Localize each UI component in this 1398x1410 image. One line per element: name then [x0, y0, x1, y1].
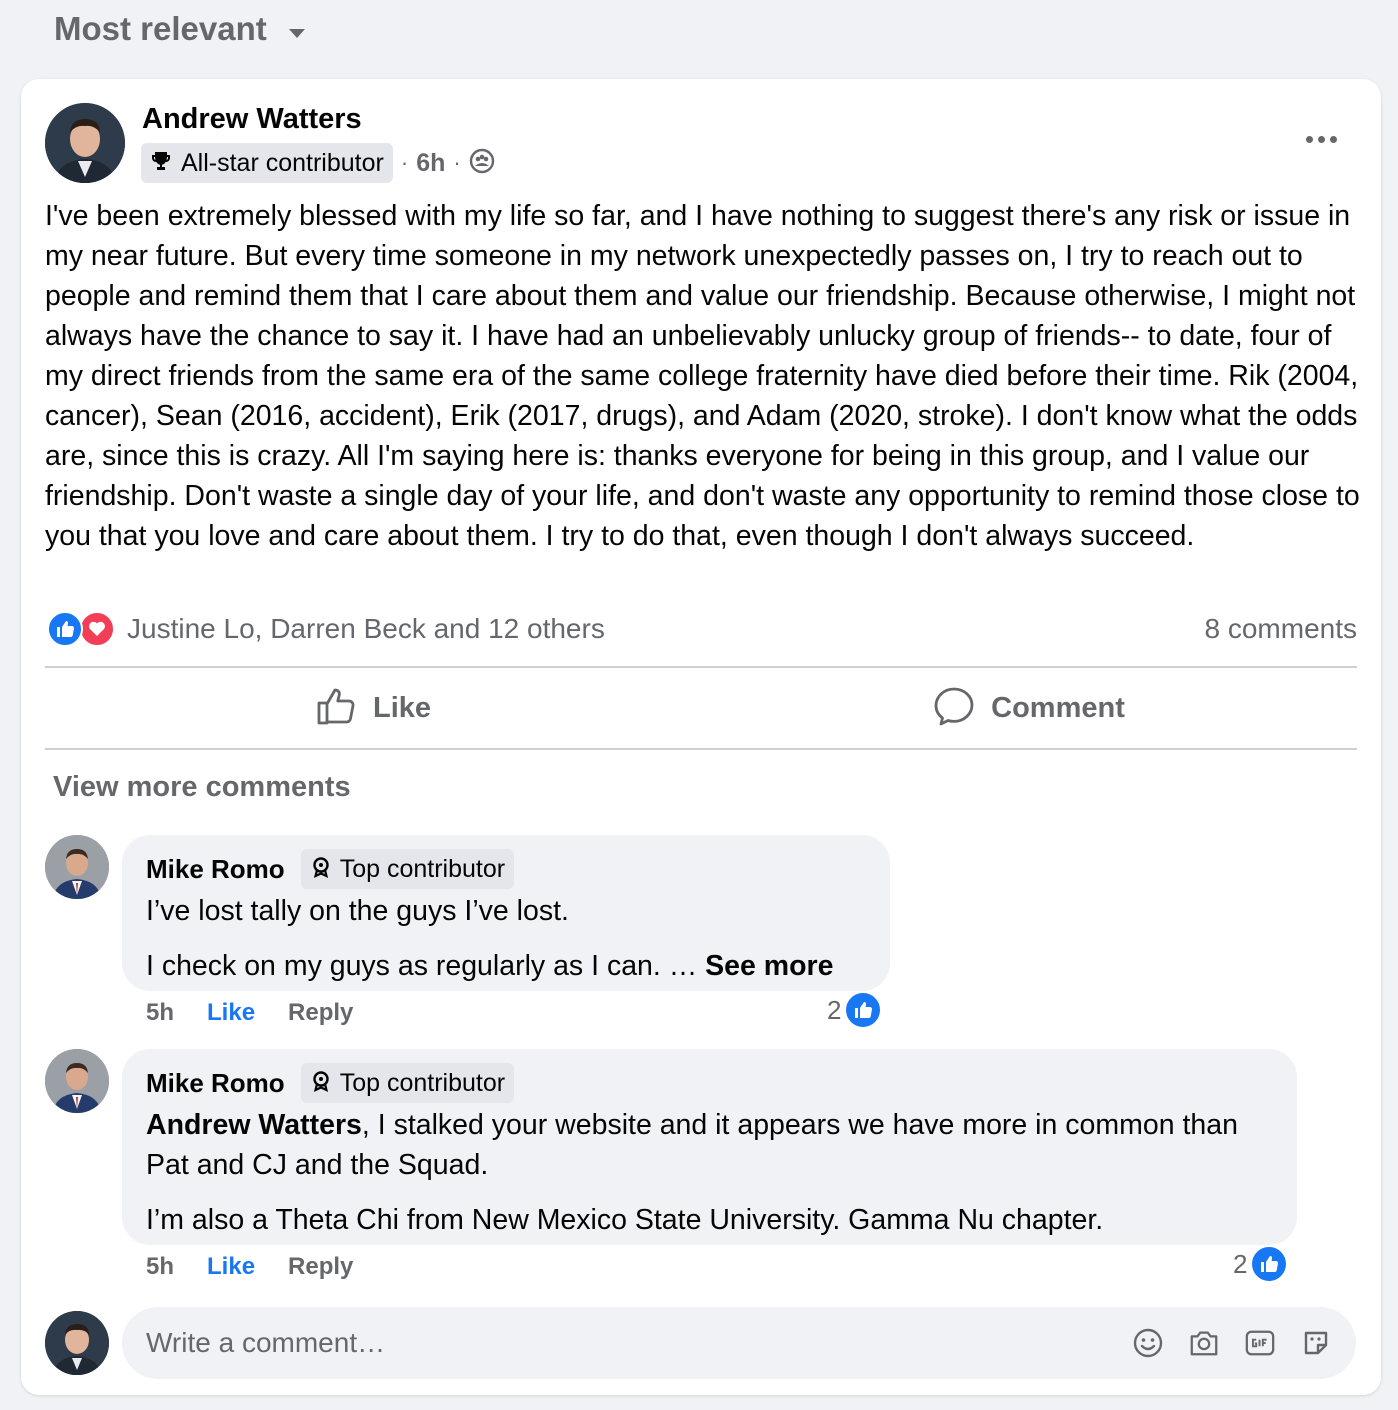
badge-label: Top contributor: [339, 1068, 506, 1097]
reactor-names[interactable]: Justine Lo, Darren Beck and 12 others: [127, 613, 605, 645]
comment-actions: 5h Like Reply: [146, 1253, 353, 1281]
commenter-name[interactable]: Mike Romo: [146, 854, 285, 885]
post-text: I've been extremely blessed with my life…: [45, 200, 1360, 552]
divider: [45, 666, 1357, 668]
composer-tools: [1132, 1327, 1332, 1359]
gif-icon[interactable]: [1244, 1327, 1276, 1359]
see-more-link[interactable]: See more: [705, 950, 833, 982]
comment-text: Andrew Watters, I stalked your website a…: [146, 1105, 1273, 1185]
comment-text: I’m also a Theta Chi from New Mexico Sta…: [146, 1204, 1104, 1236]
like-label: Like: [372, 691, 432, 724]
camera-icon[interactable]: [1188, 1327, 1220, 1359]
post-meta: All-star contributor · 6h ·: [141, 143, 495, 183]
group-audience-icon: [469, 148, 495, 179]
like-button[interactable]: Like: [45, 669, 701, 747]
comment-text-truncated: I check on my guys as regularly as I can…: [146, 950, 706, 982]
comment-bubble-icon: [933, 685, 975, 732]
comment-reply-button[interactable]: Reply: [288, 999, 353, 1027]
commenter-avatar[interactable]: [45, 1049, 109, 1113]
comment-bubble: Mike Romo Top contributor Andrew Watters…: [122, 1049, 1297, 1245]
comment-reaction-count[interactable]: 2: [1233, 1245, 1289, 1283]
comment-actions: 5h Like Reply: [146, 999, 353, 1027]
sort-label: Most relevant: [54, 10, 267, 47]
comment-label: Comment: [991, 691, 1125, 724]
rosette-icon: [310, 1070, 332, 1097]
more-options-icon[interactable]: [1301, 127, 1341, 151]
sort-dropdown[interactable]: Most relevant: [54, 10, 305, 48]
comment-button[interactable]: Comment: [701, 669, 1357, 747]
caret-down-icon: [288, 28, 305, 38]
comment-count[interactable]: 8 comments: [1205, 613, 1358, 645]
comment-like-button[interactable]: Like: [207, 1253, 255, 1281]
current-user-avatar[interactable]: [45, 1311, 109, 1375]
commenter-name[interactable]: Mike Romo: [146, 1068, 285, 1099]
contributor-badge[interactable]: All-star contributor: [141, 143, 393, 183]
comment-time[interactable]: 5h: [146, 999, 174, 1027]
trophy-icon: [149, 149, 173, 178]
separator: ·: [400, 150, 409, 175]
emoji-icon[interactable]: [1132, 1327, 1164, 1359]
like-reaction-icon: [1250, 1245, 1289, 1283]
comment-reaction-count[interactable]: 2: [827, 991, 883, 1029]
badge-label: All-star contributor: [181, 148, 384, 177]
comment-bubble: Mike Romo Top contributor I’ve lost tall…: [122, 835, 890, 991]
divider: [45, 748, 1357, 750]
comment-text: I’ve lost tally on the guys I’ve lost.: [146, 895, 569, 927]
love-reaction-icon: [79, 611, 115, 647]
mention-link[interactable]: Andrew Watters: [146, 1109, 362, 1141]
separator: ·: [453, 150, 461, 175]
comment-composer: [122, 1307, 1356, 1379]
contributor-badge[interactable]: Top contributor: [300, 1063, 515, 1103]
author-name[interactable]: Andrew Watters: [142, 103, 362, 136]
comment-text: I check on my guys as regularly as I can…: [146, 946, 866, 986]
like-reaction-icon: [47, 611, 83, 647]
reaction-count: 2: [1233, 1248, 1248, 1279]
rosette-icon: [310, 856, 332, 883]
post-action-bar: Like Comment: [45, 669, 1357, 747]
thumbs-up-icon: [315, 685, 357, 732]
post-time[interactable]: 6h: [416, 149, 445, 178]
comment-reply-button[interactable]: Reply: [288, 1253, 353, 1281]
reaction-count: 2: [827, 994, 842, 1025]
contributor-badge[interactable]: Top contributor: [300, 849, 515, 889]
comment-time[interactable]: 5h: [146, 1253, 174, 1281]
badge-label: Top contributor: [339, 854, 506, 883]
reaction-icons[interactable]: Justine Lo, Darren Beck and 12 others: [47, 611, 605, 647]
author-avatar[interactable]: [45, 103, 125, 183]
comment-like-button[interactable]: Like: [207, 999, 255, 1027]
post-card: Andrew Watters All-star contributor · 6h…: [21, 79, 1381, 1395]
comment-input[interactable]: [146, 1319, 1132, 1367]
sticker-icon[interactable]: [1300, 1327, 1332, 1359]
like-reaction-icon: [844, 991, 883, 1029]
commenter-avatar[interactable]: [45, 835, 109, 899]
reactions-summary: Justine Lo, Darren Beck and 12 others 8 …: [47, 609, 1357, 649]
view-more-comments-link[interactable]: View more comments: [53, 771, 351, 804]
